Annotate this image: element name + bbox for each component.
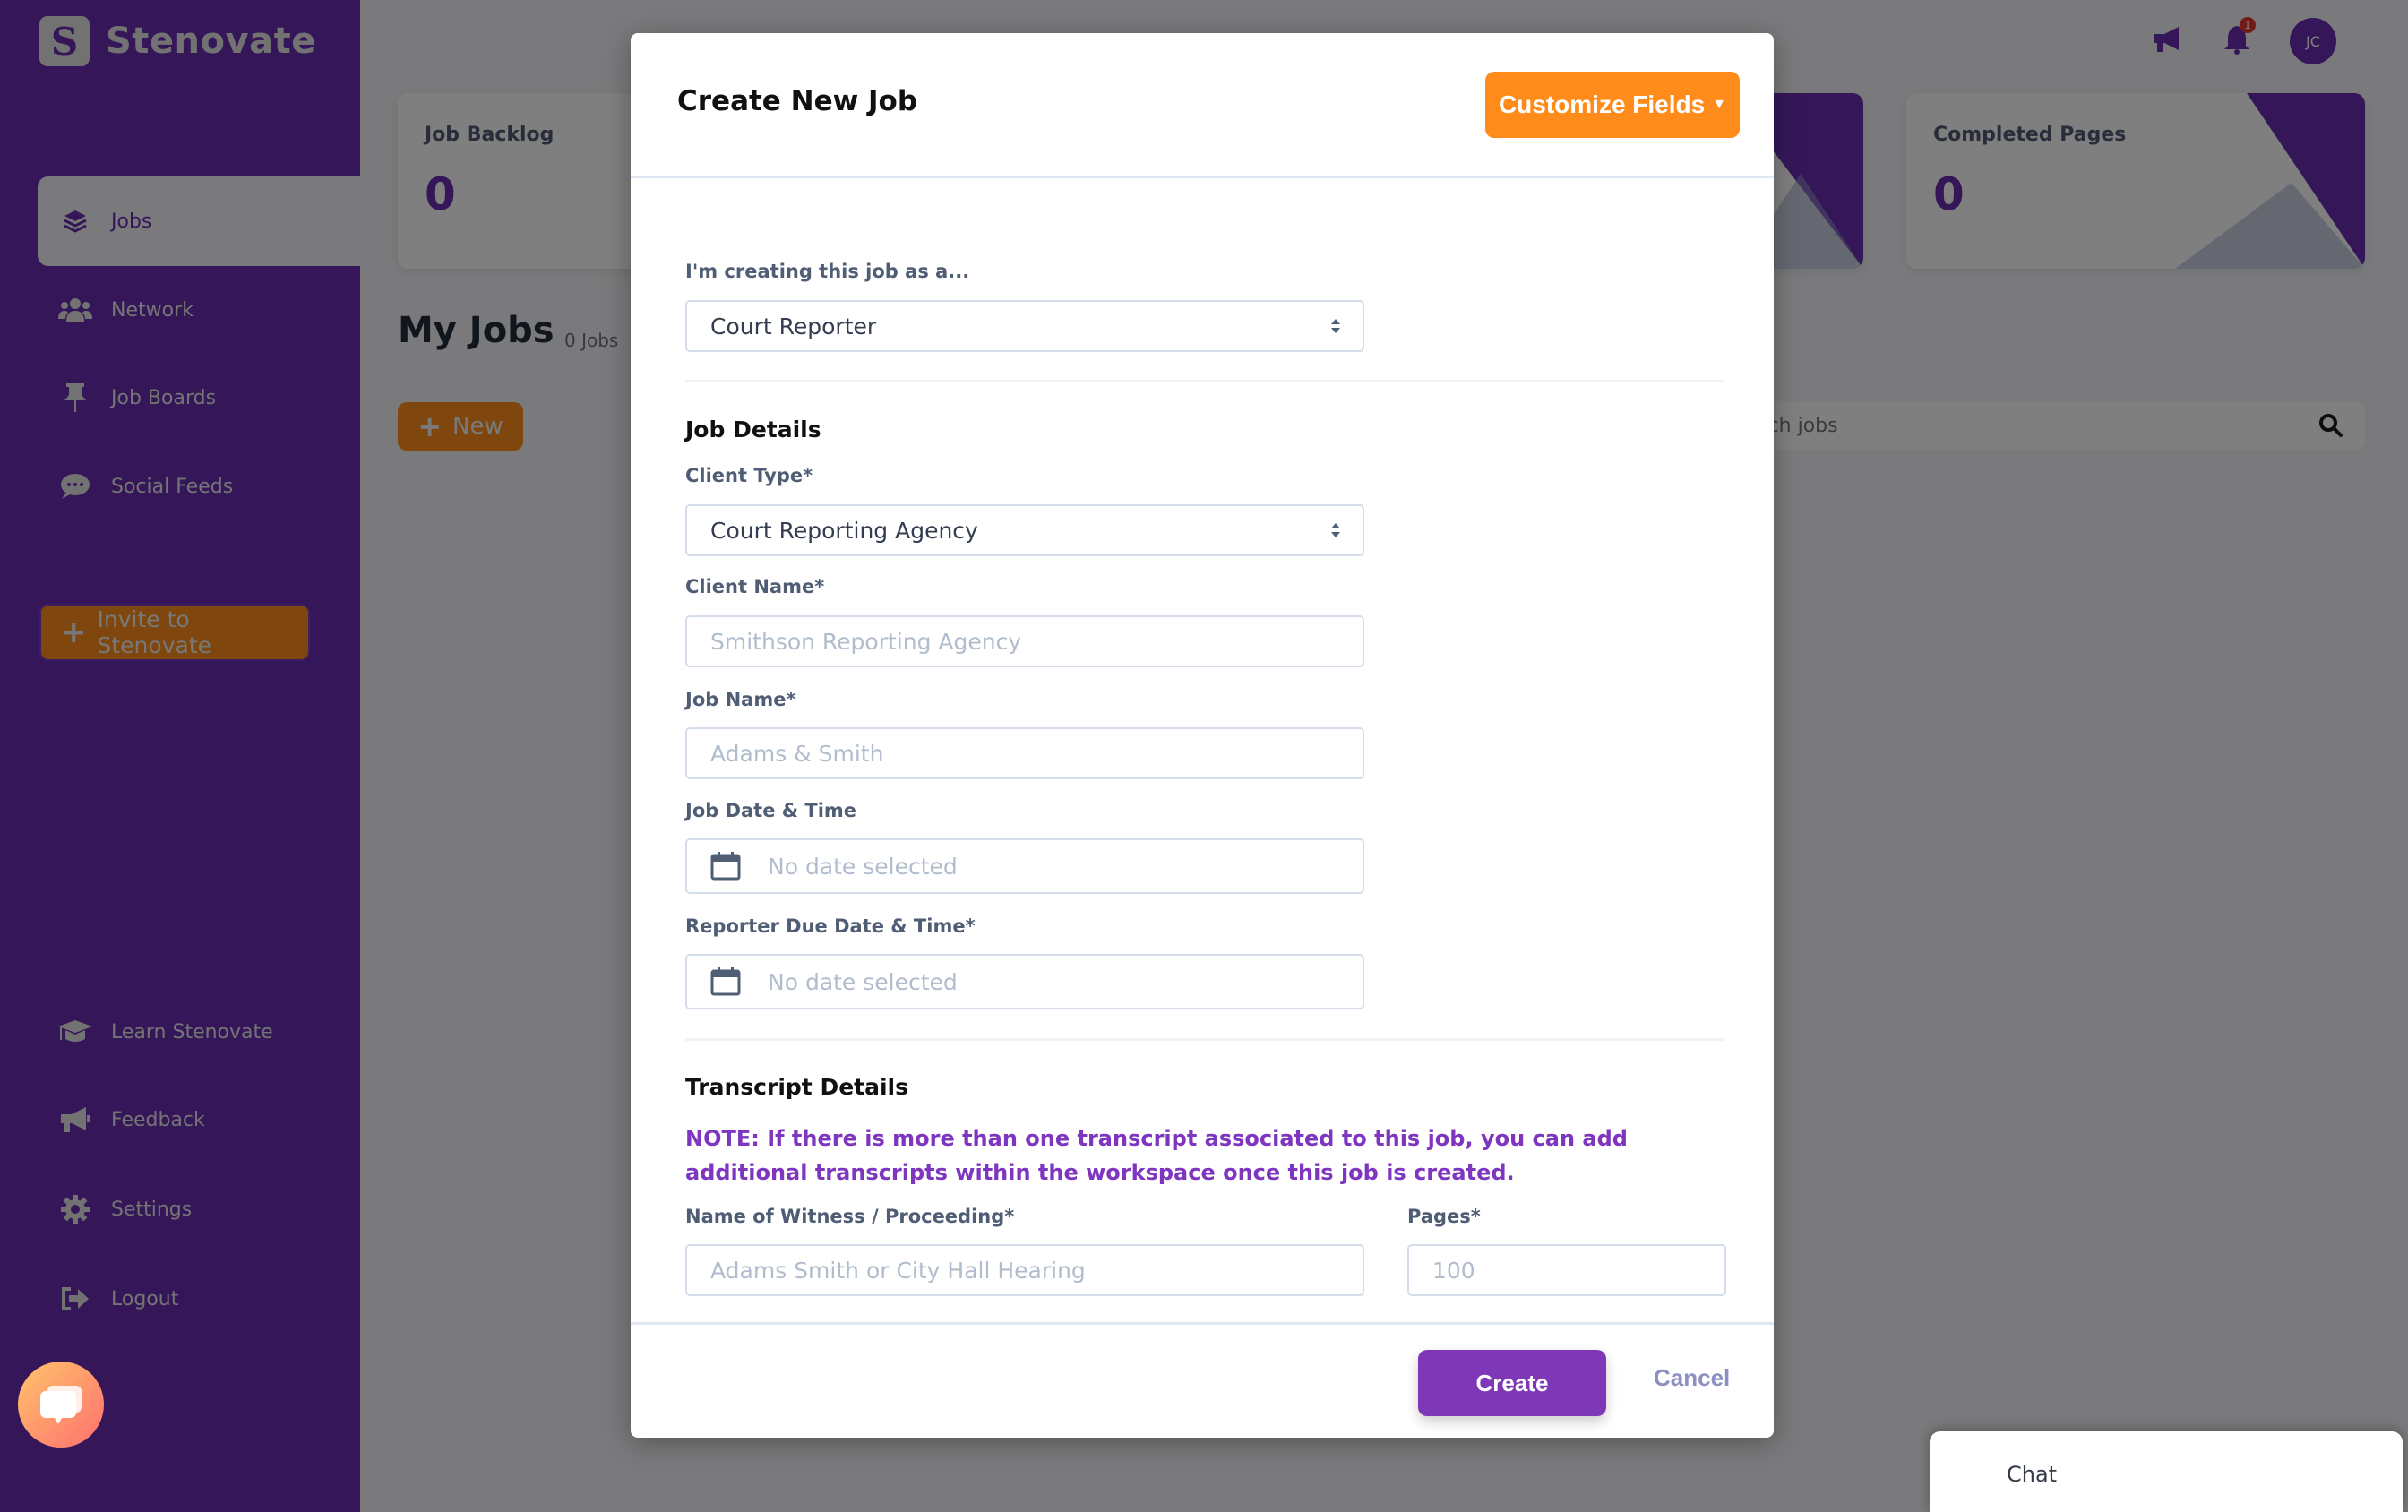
select-arrows-icon — [1331, 523, 1340, 537]
chat-bubble-icon — [40, 1386, 82, 1424]
pages-field — [1407, 1244, 1726, 1296]
job-date-placeholder: No date selected — [768, 853, 958, 880]
divider — [685, 380, 1724, 382]
due-date-label: Reporter Due Date & Time* — [685, 915, 976, 937]
modal-title: Create New Job — [677, 85, 918, 117]
job-name-label: Job Name* — [685, 689, 796, 710]
job-details-title: Job Details — [685, 417, 821, 442]
client-name-label: Client Name* — [685, 576, 825, 597]
witness-field — [685, 1244, 1364, 1296]
caret-down-icon: ▼ — [1712, 97, 1727, 112]
pages-input[interactable] — [1432, 1257, 1701, 1284]
create-job-modal: Create New Job Customize Fields ▼ I'm cr… — [631, 33, 1774, 1438]
create-button[interactable]: Create — [1418, 1350, 1606, 1416]
customize-label: Customize Fields — [1498, 90, 1706, 118]
divider — [685, 1038, 1724, 1041]
calendar-icon — [710, 967, 741, 996]
client-type-value: Court Reporting Agency — [710, 517, 978, 544]
chat-launcher-button[interactable] — [18, 1362, 104, 1448]
cancel-button[interactable]: Cancel — [1654, 1364, 1730, 1392]
job-date-label: Job Date & Time — [685, 800, 857, 821]
due-date-picker[interactable]: No date selected — [685, 954, 1364, 1009]
calendar-icon — [710, 852, 741, 881]
job-date-picker[interactable]: No date selected — [685, 838, 1364, 894]
transcript-note: NOTE: If there is more than one transcri… — [685, 1126, 1628, 1185]
client-name-input[interactable] — [710, 628, 1339, 655]
client-name-field — [685, 615, 1364, 667]
witness-input[interactable] — [710, 1257, 1339, 1284]
chat-label: Chat — [2007, 1462, 2058, 1487]
due-date-placeholder: No date selected — [768, 968, 958, 995]
role-select[interactable]: Court Reporter — [685, 300, 1364, 352]
modal-footer: Create Cancel — [631, 1322, 1774, 1438]
client-type-select[interactable]: Court Reporting Agency — [685, 504, 1364, 556]
pages-label: Pages* — [1407, 1206, 1481, 1227]
witness-label: Name of Witness / Proceeding* — [685, 1206, 1015, 1227]
transcript-details-title: Transcript Details — [685, 1074, 908, 1100]
client-type-label: Client Type* — [685, 465, 813, 486]
chat-panel[interactable]: Chat — [1930, 1431, 2403, 1512]
role-value: Court Reporter — [710, 313, 877, 339]
select-arrows-icon — [1331, 319, 1340, 333]
job-name-input[interactable] — [710, 740, 1339, 767]
customize-fields-button[interactable]: Customize Fields ▼ — [1485, 72, 1740, 138]
modal-header: Create New Job Customize Fields ▼ — [631, 33, 1774, 178]
role-label: I'm creating this job as a... — [685, 261, 970, 282]
job-name-field — [685, 727, 1364, 779]
